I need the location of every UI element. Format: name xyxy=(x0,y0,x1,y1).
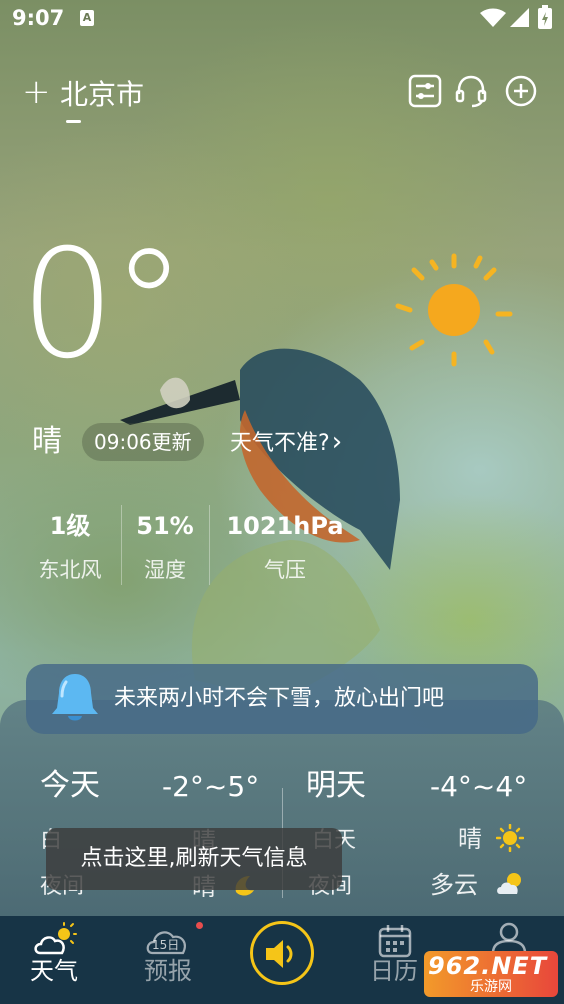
update-time-badge[interactable]: 09:06更新 xyxy=(82,423,204,461)
watermark-text: 962.NET xyxy=(428,952,548,980)
weather-inaccurate-label: 天气不准? xyxy=(230,431,330,456)
user-icon xyxy=(491,922,527,954)
pressure-value: 1021hPa xyxy=(226,512,344,540)
watermark-subtext: 乐游网 xyxy=(470,979,512,995)
tab-weather[interactable]: 天气 xyxy=(30,918,86,998)
tab-weather-label: 天气 xyxy=(30,957,78,985)
tab-forecast-label: 预报 xyxy=(144,957,192,985)
tab-forecast[interactable]: 15日 预报 xyxy=(142,918,203,998)
chevron-right-icon: › xyxy=(331,427,343,457)
tomorrow-label: 明天 xyxy=(306,768,366,803)
tomorrow-night-condition: 多云 xyxy=(430,871,478,899)
battery-icon xyxy=(538,5,552,29)
pressure-label: 气压 xyxy=(264,558,306,582)
refresh-toast[interactable]: 点击这里,刷新天气信息 xyxy=(46,828,342,890)
tomorrow-day-condition: 晴 xyxy=(458,825,482,853)
add-city-button[interactable]: + xyxy=(22,72,51,112)
humidity-label: 湿度 xyxy=(144,558,186,582)
bell-icon xyxy=(52,674,98,721)
current-condition: 晴 xyxy=(32,424,62,459)
add-circle-icon[interactable] xyxy=(504,74,538,108)
speaker-icon xyxy=(266,940,293,968)
current-temperature: 0° xyxy=(20,218,186,392)
partly-cloudy-icon xyxy=(497,873,521,894)
wifi-icon xyxy=(480,8,506,27)
page-indicator xyxy=(66,120,81,123)
voice-broadcast-button[interactable] xyxy=(250,921,314,985)
wind-direction: 东北风 xyxy=(38,558,102,582)
notification-icon: A xyxy=(80,10,94,26)
headset-icon[interactable] xyxy=(454,74,488,108)
forecast-days-badge: 15日 xyxy=(152,938,180,952)
today-label: 今天 xyxy=(40,768,100,803)
weather-icon xyxy=(34,922,77,955)
calendar-icon xyxy=(378,925,412,958)
settings-sliders-icon[interactable] xyxy=(408,74,442,108)
city-name[interactable]: 北京市 xyxy=(60,76,144,114)
tomorrow-temp-range: -4°~4° xyxy=(430,770,528,803)
weather-inaccurate-link[interactable]: 天气不准?› xyxy=(230,425,342,461)
notification-dot xyxy=(196,922,203,929)
sunny-small-icon xyxy=(496,824,524,852)
status-time: 9:07 xyxy=(12,6,65,30)
signal-icon xyxy=(510,8,529,27)
wind-level: 1级 xyxy=(49,512,91,540)
today-temp-range: -2°~5° xyxy=(162,770,260,803)
tab-calendar-label: 日历 xyxy=(370,957,418,985)
tab-profile[interactable] xyxy=(486,918,532,954)
sunny-icon xyxy=(395,253,513,367)
tab-calendar[interactable]: 日历 xyxy=(370,918,426,998)
alert-text: 未来两小时不会下雪，放心出门吧 xyxy=(114,686,445,711)
humidity-value: 51% xyxy=(136,512,194,540)
